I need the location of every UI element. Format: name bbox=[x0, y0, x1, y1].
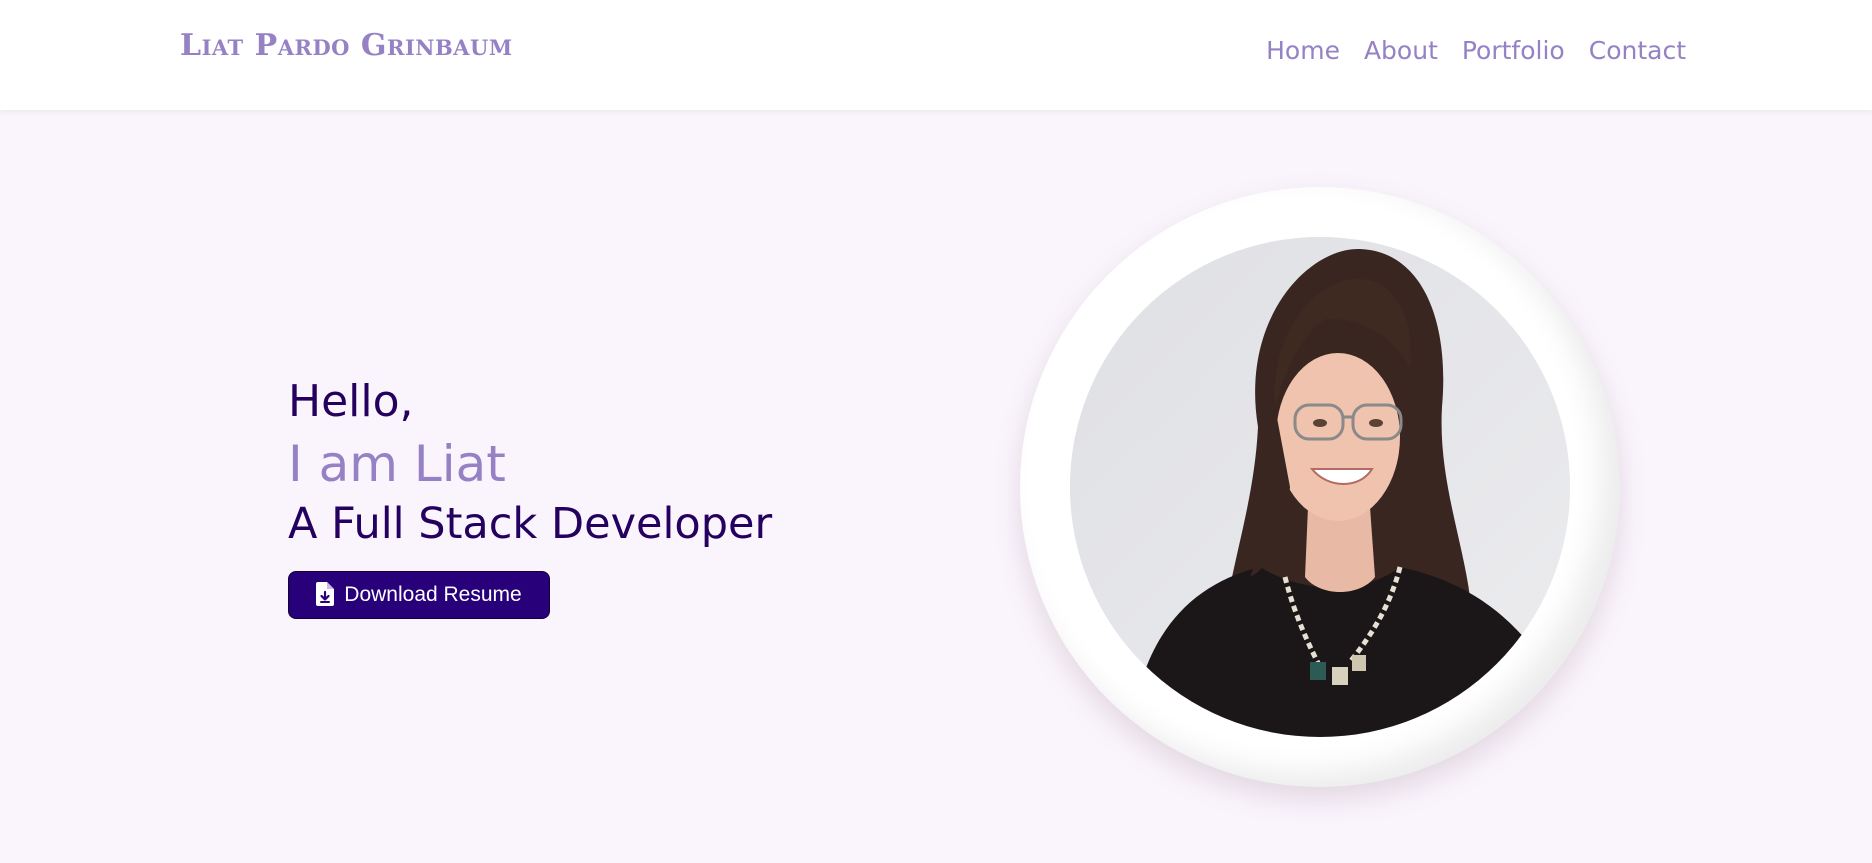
hero-role: A Full Stack Developer bbox=[288, 499, 773, 549]
hero-greeting: Hello, bbox=[288, 376, 414, 427]
nav-link-contact[interactable]: Contact bbox=[1589, 36, 1686, 65]
portrait-frame bbox=[1020, 187, 1620, 787]
nav-link-about[interactable]: About bbox=[1364, 36, 1438, 65]
nav-link-portfolio[interactable]: Portfolio bbox=[1462, 36, 1565, 65]
file-download-icon bbox=[316, 581, 335, 609]
hero-text: Hello, I am Liat A Full Stack Developer bbox=[288, 370, 908, 554]
download-resume-button[interactable]: Download Resume bbox=[288, 571, 550, 619]
portrait-illustration bbox=[1070, 237, 1570, 737]
navbar: Liat Pardo Grinbaum Home About Portfolio… bbox=[0, 0, 1872, 110]
nav-menu: Home About Portfolio Contact bbox=[1266, 36, 1686, 65]
download-resume-label: Download Resume bbox=[344, 583, 522, 606]
hero-intro: I am Liat bbox=[288, 435, 506, 493]
brand-logo[interactable]: Liat Pardo Grinbaum bbox=[180, 28, 513, 63]
profile-photo bbox=[1070, 237, 1570, 737]
nav-link-home[interactable]: Home bbox=[1266, 36, 1340, 65]
